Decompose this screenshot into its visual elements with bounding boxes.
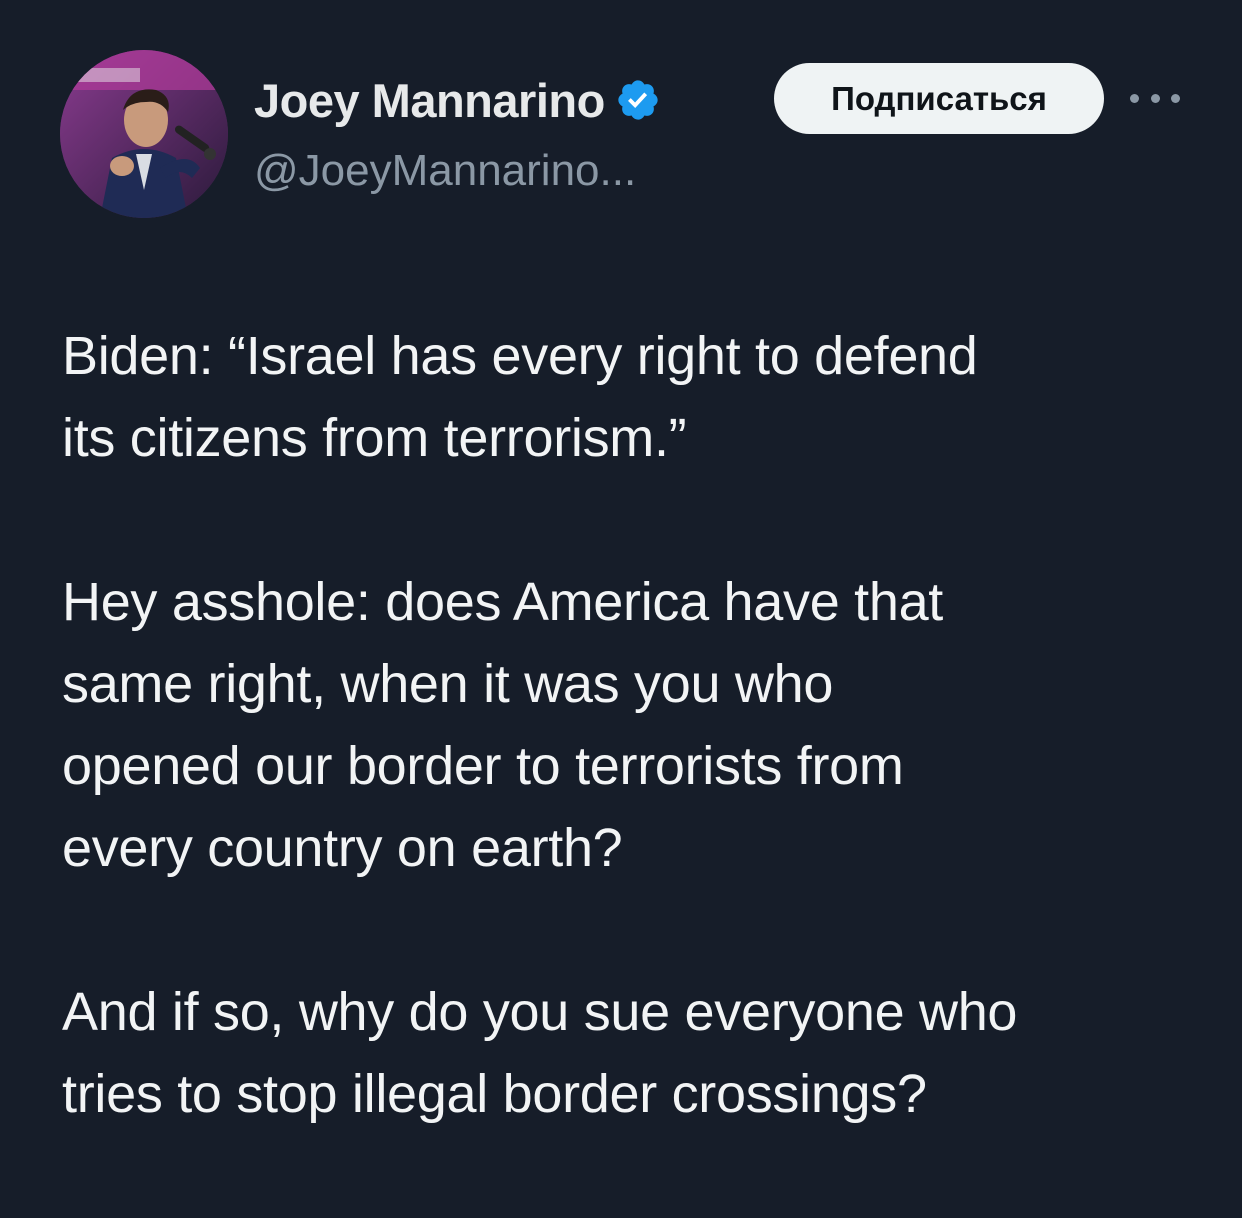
- tweet-card: Joey Mannarino @JoeyMannarino... Подписа…: [0, 0, 1242, 1218]
- author-avatar[interactable]: [60, 50, 228, 218]
- tweet-paragraph: Hey asshole: does America have that same…: [62, 572, 944, 878]
- profile-photo-icon: [60, 50, 228, 218]
- author-name-row: Joey Mannarino: [254, 70, 661, 130]
- verified-badge-icon[interactable]: [615, 77, 661, 123]
- tweet-paragraph: And if so, why do you sue everyone who t…: [62, 982, 1018, 1124]
- more-options-icon[interactable]: [1130, 86, 1180, 110]
- more-dot: [1130, 93, 1139, 103]
- more-dot: [1150, 93, 1160, 103]
- tweet-text: Biden: “Israel has every right to defend…: [62, 315, 1202, 1135]
- author-display-name[interactable]: Joey Mannarino: [254, 73, 605, 128]
- follow-button[interactable]: Подписаться: [774, 63, 1104, 134]
- author-handle[interactable]: @JoeyMannarino...: [254, 146, 636, 196]
- more-dot: [1171, 93, 1180, 103]
- tweet-paragraph: Biden: “Israel has every right to defend…: [62, 326, 978, 468]
